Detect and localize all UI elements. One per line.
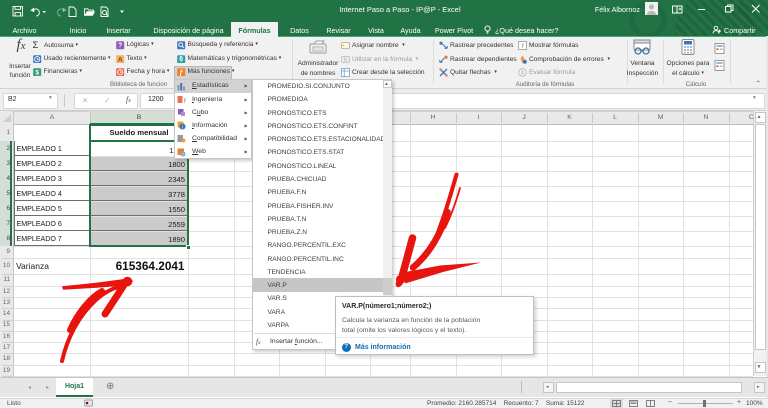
svg-text:θ: θ: [179, 56, 183, 63]
svg-text:i: i: [182, 125, 183, 130]
svg-text:ƒ: ƒ: [179, 69, 183, 76]
svg-text:fx: fx: [344, 57, 348, 63]
svg-text:A: A: [118, 56, 123, 63]
svg-text:?: ?: [118, 43, 122, 50]
svg-text:A: A: [521, 70, 525, 76]
svg-text:$: $: [35, 69, 39, 76]
svg-text:R: R: [184, 99, 187, 104]
